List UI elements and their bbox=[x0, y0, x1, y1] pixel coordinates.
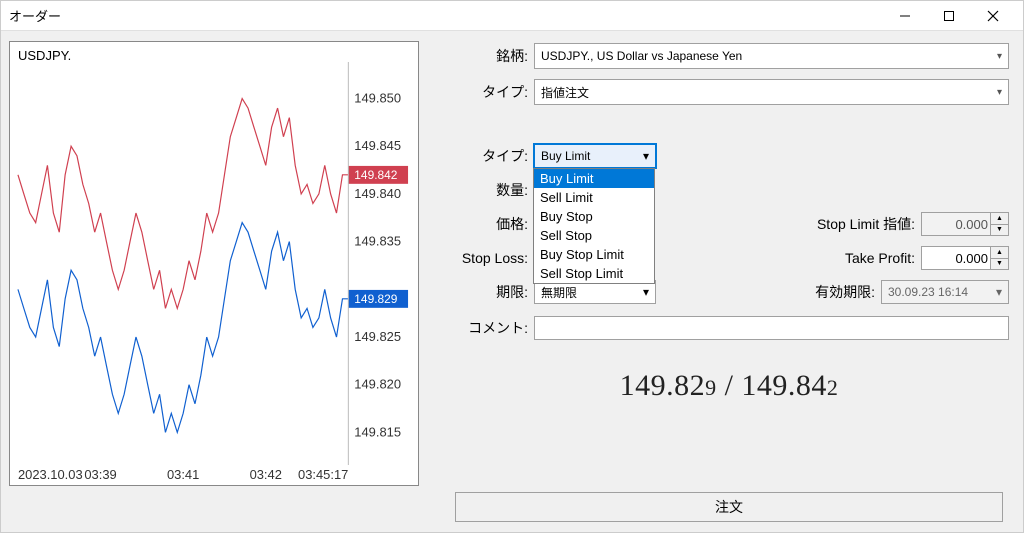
order-type-select[interactable]: Buy Limit ▾ bbox=[534, 144, 656, 168]
type-value: 指値注文 bbox=[541, 84, 589, 101]
chevron-down-icon: ▾ bbox=[997, 87, 1002, 98]
label-sl: Stop Loss: bbox=[449, 250, 534, 266]
stop-limit-input[interactable] bbox=[921, 212, 991, 236]
order-type-option[interactable]: Buy Stop bbox=[534, 207, 654, 226]
label-expiry: 期限: bbox=[449, 282, 534, 302]
maximize-button[interactable] bbox=[927, 1, 971, 31]
chart-panel: USDJPY. 149.850149.845149.840149.835149.… bbox=[9, 41, 419, 486]
titlebar: オーダー bbox=[1, 1, 1023, 31]
label-expiry-date: 有効期限: bbox=[771, 282, 881, 302]
chart-symbol-label: USDJPY. bbox=[18, 48, 71, 63]
expiry-value: 無期限 bbox=[541, 284, 577, 301]
ask-price-main: 149.84 bbox=[741, 369, 827, 402]
label-stop-limit: Stop Limit 指値: bbox=[811, 214, 921, 234]
svg-text:03:41: 03:41 bbox=[167, 467, 199, 482]
up-arrow-icon[interactable]: ▲ bbox=[991, 213, 1008, 225]
chevron-down-icon: ▾ bbox=[996, 285, 1002, 299]
bid-price-main: 149.82 bbox=[620, 369, 706, 402]
order-type-option[interactable]: Sell Limit bbox=[534, 188, 654, 207]
order-type-option[interactable]: Buy Limit bbox=[534, 169, 654, 188]
price-chart: 149.850 149.845 149.840 149.835 149.825 149.8… bbox=[10, 42, 418, 485]
expiry-date-select[interactable]: 30.09.23 16:14 ▾ bbox=[881, 280, 1009, 304]
close-button[interactable] bbox=[971, 1, 1015, 31]
chevron-down-icon: ▾ bbox=[643, 285, 649, 299]
order-type-option[interactable]: Sell Stop Limit bbox=[534, 264, 654, 283]
order-type-option[interactable]: Buy Stop Limit bbox=[534, 245, 654, 264]
bid-ask-display: 149.829 / 149.842 bbox=[449, 345, 1009, 433]
take-profit-input[interactable] bbox=[921, 246, 991, 270]
bid-price-frac: 9 bbox=[705, 375, 717, 400]
svg-text:149.820: 149.820 bbox=[354, 377, 401, 392]
label-type: タイプ: bbox=[449, 82, 534, 102]
symbol-select[interactable]: USDJPY., US Dollar vs Japanese Yen ▾ bbox=[534, 43, 1009, 69]
body-area: USDJPY. 149.850149.845149.840149.835149.… bbox=[1, 31, 1023, 532]
svg-text:149.815: 149.815 bbox=[354, 424, 401, 439]
take-profit-spinner[interactable]: ▲▼ bbox=[991, 246, 1009, 270]
window-title: オーダー bbox=[9, 6, 883, 25]
type-select[interactable]: 指値注文 ▾ bbox=[534, 79, 1009, 105]
down-arrow-icon[interactable]: ▼ bbox=[991, 225, 1008, 236]
order-type-value: Buy Limit bbox=[541, 149, 590, 163]
order-button[interactable]: 注文 bbox=[455, 492, 1003, 522]
label-order-type: タイプ: bbox=[449, 146, 534, 166]
order-type-dropdown: Buy LimitSell LimitBuy StopSell StopBuy … bbox=[533, 168, 655, 284]
svg-text:03:39: 03:39 bbox=[84, 467, 116, 482]
expiry-date-value: 30.09.23 16:14 bbox=[888, 285, 968, 299]
svg-text:149.840: 149.840 bbox=[354, 186, 401, 201]
label-volume: 数量: bbox=[449, 180, 534, 200]
ask-price-frac: 2 bbox=[827, 375, 839, 400]
chevron-down-icon: ▾ bbox=[643, 149, 649, 163]
svg-text:149.825: 149.825 bbox=[354, 329, 401, 344]
chevron-down-icon: ▾ bbox=[997, 51, 1002, 62]
label-comment: コメント: bbox=[449, 318, 534, 338]
up-arrow-icon[interactable]: ▲ bbox=[991, 247, 1008, 259]
svg-text:2023.10.03: 2023.10.03 bbox=[18, 467, 83, 482]
order-window: オーダー USDJPY. 149.850 149.845 149.840 149.83… bbox=[0, 0, 1024, 533]
label-symbol: 銘柄: bbox=[449, 46, 534, 66]
stop-limit-spinner[interactable]: ▲▼ bbox=[991, 212, 1009, 236]
svg-text:03:42: 03:42 bbox=[250, 467, 282, 482]
comment-input[interactable] bbox=[534, 316, 1009, 340]
form-panel: 銘柄: USDJPY., US Dollar vs Japanese Yen ▾… bbox=[449, 41, 1019, 528]
minimize-button[interactable] bbox=[883, 1, 927, 31]
svg-text:149.835: 149.835 bbox=[354, 234, 401, 249]
price-separator: / bbox=[717, 369, 742, 402]
svg-text:149.845: 149.845 bbox=[354, 138, 401, 153]
label-price: 価格: bbox=[449, 214, 534, 234]
svg-text:149.842: 149.842 bbox=[354, 168, 398, 182]
label-tp: Take Profit: bbox=[811, 250, 921, 266]
down-arrow-icon[interactable]: ▼ bbox=[991, 259, 1008, 270]
svg-text:149.850: 149.850 bbox=[354, 91, 401, 106]
svg-text:149.829: 149.829 bbox=[354, 292, 398, 306]
order-type-option[interactable]: Sell Stop bbox=[534, 226, 654, 245]
svg-text:03:45:17: 03:45:17 bbox=[298, 467, 348, 482]
symbol-value: USDJPY., US Dollar vs Japanese Yen bbox=[541, 49, 742, 63]
